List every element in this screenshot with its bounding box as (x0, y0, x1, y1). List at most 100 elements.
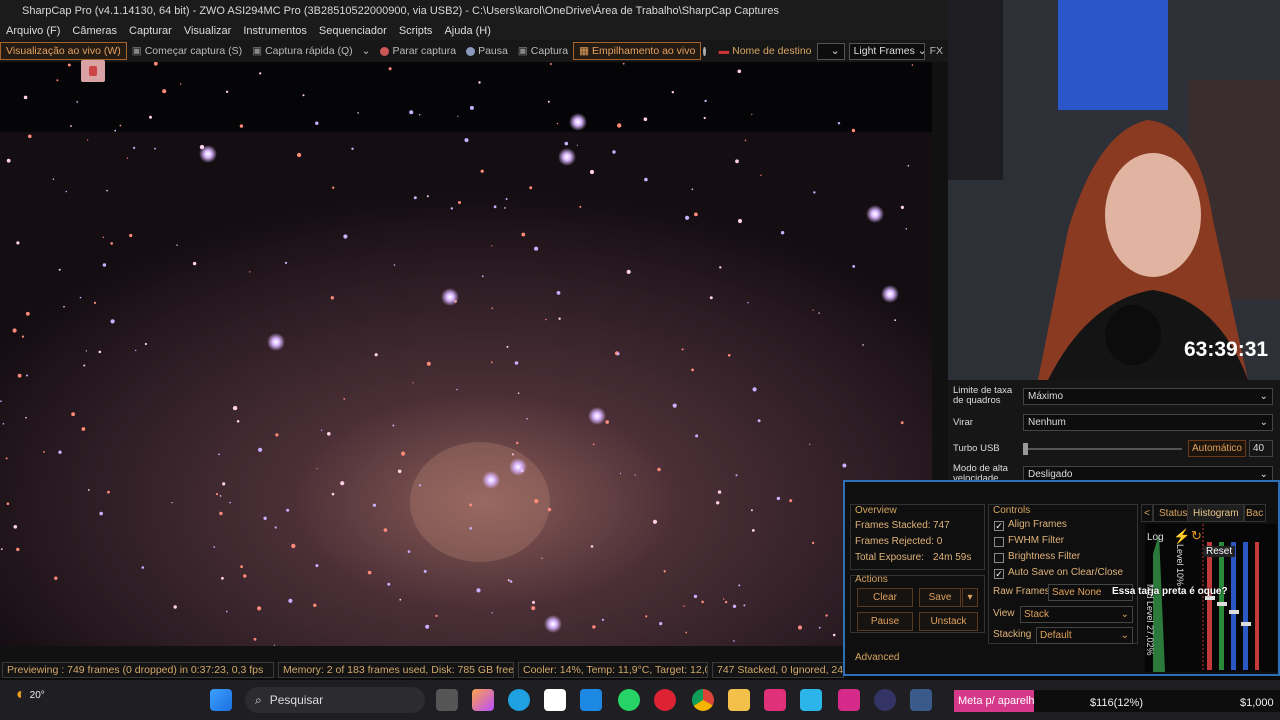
copilot-icon[interactable] (472, 689, 494, 711)
stop-icon (380, 46, 390, 56)
whatsapp-icon[interactable] (618, 689, 640, 711)
fwhm-filter-checkbox[interactable] (994, 537, 1004, 547)
star (558, 317, 561, 320)
star (259, 72, 262, 75)
task-view-icon[interactable] (436, 689, 458, 711)
star (683, 605, 685, 607)
flip-label: Virar (953, 416, 973, 428)
menu-instrumentos[interactable]: Instrumentos (237, 22, 313, 40)
menu-arquivo[interactable]: Arquivo (F) (0, 22, 66, 40)
advanced-title[interactable]: Advanced (855, 652, 899, 663)
horizontal-scrollbar[interactable] (0, 646, 932, 662)
bright-star (482, 471, 500, 489)
usb-label: Turbo USB (953, 442, 1000, 454)
start-capture-button[interactable]: ▣ Começar captura (S) (127, 42, 247, 60)
flip-select[interactable]: Nenhum ⌄ (1023, 414, 1273, 431)
star (657, 467, 661, 472)
auto-save-checkbox[interactable]: ✓ (994, 569, 1004, 579)
star (517, 392, 520, 395)
star (388, 67, 392, 71)
menu-scripts[interactable]: Scripts (393, 22, 439, 40)
star (284, 261, 288, 264)
target-name-select[interactable]: ⌄ (816, 42, 845, 60)
usb-slider[interactable] (1023, 442, 1182, 455)
app-icon-cyan[interactable] (800, 689, 822, 711)
live-view-button[interactable]: Visualização ao vivo (W) (0, 42, 127, 60)
star (592, 625, 596, 629)
store-icon[interactable] (544, 689, 566, 711)
star (450, 207, 453, 210)
pause-stack-button[interactable]: Pause (857, 612, 913, 631)
menu-ajuda[interactable]: Ajuda (H) (438, 22, 496, 40)
star (16, 241, 20, 245)
opera-icon[interactable] (654, 689, 676, 711)
record-indicator[interactable] (81, 60, 105, 82)
star (412, 382, 414, 384)
menu-visualizar[interactable]: Visualizar (178, 22, 238, 40)
align-frames-checkbox[interactable]: ✓ (994, 521, 1004, 531)
tab-histogram[interactable]: Histogram (1187, 504, 1245, 522)
usb-slider-thumb[interactable] (1023, 442, 1028, 455)
clear-button[interactable]: Clear (857, 588, 913, 607)
star (724, 600, 728, 604)
total-exposure-value: 24m 59s (933, 552, 972, 563)
stop-capture-button[interactable]: Parar captura (375, 42, 461, 60)
frame-rate-select[interactable]: Máximo ⌄ (1023, 387, 1273, 405)
save-button[interactable]: Save (919, 588, 961, 607)
star (83, 364, 86, 367)
view-select[interactable]: Stack ⌄ (1020, 606, 1133, 623)
target-name-button[interactable]: ▬ Nome de destino (714, 42, 817, 60)
sharpcap-taskbar-icon[interactable] (910, 689, 932, 711)
usb-value-field[interactable]: 40 (1249, 440, 1273, 457)
image-viewer[interactable] (0, 62, 932, 646)
star (504, 207, 506, 209)
lightning-icon[interactable]: ⚡ (1173, 528, 1190, 545)
menu-cameras[interactable]: Câmeras (66, 22, 123, 40)
app-icon-magenta[interactable] (838, 689, 860, 711)
star (154, 147, 156, 150)
capture-button[interactable]: ▣ Captura (513, 42, 573, 60)
star (99, 511, 103, 516)
star (135, 349, 137, 352)
star (316, 468, 318, 470)
star (17, 373, 22, 378)
live-stack-button[interactable]: ▦ Empilhamento ao vivo (573, 42, 702, 60)
weather-widget[interactable]: ◐ 20° (16, 686, 45, 704)
stacking-select[interactable]: Default ⌄ (1036, 627, 1133, 644)
star (6, 502, 10, 506)
star (634, 474, 636, 476)
file-explorer-icon[interactable] (728, 689, 750, 711)
edge-icon[interactable] (508, 689, 530, 711)
log-label[interactable]: Log (1147, 532, 1164, 543)
unstack-button[interactable]: Unstack (919, 612, 978, 631)
bright-star (509, 458, 527, 476)
app-icon-pink[interactable] (764, 689, 786, 711)
view-label: View (993, 608, 1015, 619)
brightness-filter-checkbox[interactable] (994, 553, 1004, 563)
star (491, 245, 493, 247)
usb-auto-button[interactable]: Automático (1187, 440, 1246, 457)
tab-background[interactable]: Bac (1243, 504, 1267, 522)
tab-prev[interactable]: < (1141, 504, 1153, 522)
frame-type-select[interactable]: Light Frames ⌄ (848, 42, 927, 60)
star (218, 453, 221, 456)
histogram-chart[interactable]: Log ⚡ ↻ Reset Mid Level 27,02% Level 10% (1145, 524, 1277, 672)
chrome-icon[interactable] (692, 689, 714, 711)
pause-button[interactable]: Pausa (461, 42, 513, 60)
star (464, 138, 469, 143)
star (703, 116, 706, 120)
windows-start-icon[interactable] (210, 689, 232, 711)
menu-sequenciador[interactable]: Sequenciador (313, 22, 393, 40)
quick-capture-button[interactable]: ▣ Captura rápida (Q) ⌄ (247, 42, 375, 60)
star (709, 296, 713, 300)
menu-capturar[interactable]: Capturar (123, 22, 178, 40)
star (426, 361, 431, 366)
star (514, 361, 519, 365)
star (258, 447, 263, 452)
reset-icon[interactable]: ↻ (1191, 528, 1202, 544)
app-icon-nebula[interactable] (874, 689, 896, 711)
save-dropdown-button[interactable]: ▾ (962, 588, 978, 607)
fx-button[interactable]: FX (925, 42, 948, 60)
taskbar-search[interactable]: ⌕ Pesquisar (245, 687, 425, 713)
app-icon-blue[interactable] (580, 689, 602, 711)
